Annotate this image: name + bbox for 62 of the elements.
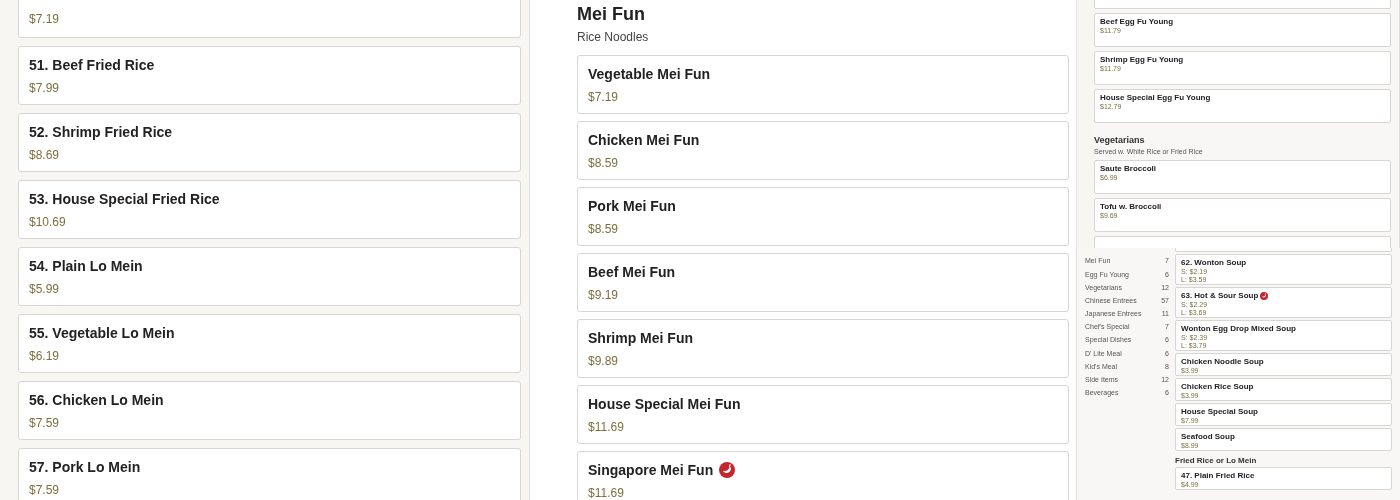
menu-item-card[interactable]: Singapore Mei Fun $11.69 — [577, 451, 1069, 500]
item-name: 51. Beef Fried Rice — [29, 56, 155, 74]
item-name: 53. House Special Fried Rice — [29, 190, 220, 208]
menu-item-card[interactable] — [1094, 0, 1391, 9]
menu-item-card[interactable]: 51. Beef Fried Rice $7.99 — [18, 46, 521, 105]
item-name: Vegetable Mei Fun — [588, 65, 711, 83]
item-price: $7.19 — [588, 89, 620, 105]
menu-item-card[interactable]: Beef Mei Fun $9.19 — [577, 253, 1069, 312]
item-name: House Special Mei Fun — [588, 395, 741, 413]
menu-item-card[interactable]: Pork Mei Fun $8.59 — [577, 187, 1069, 246]
menu-item-card[interactable]: $7.19 — [18, 0, 521, 38]
menu-item-card[interactable]: 57. Pork Lo Mein $7.59 — [18, 448, 521, 500]
menu-item-card[interactable]: 55. Vegetable Lo Mein $6.19 — [18, 314, 521, 373]
item-price: $8.59 — [588, 221, 620, 237]
item-name: Pork Mei Fun — [588, 197, 676, 215]
item-name: Saute Broccoli — [1100, 164, 1156, 173]
item-name: 47. Plain Fried Rice — [1181, 471, 1255, 480]
section-title: Vegetarians — [1094, 135, 1146, 146]
item-name: Seafood Soup — [1181, 432, 1235, 441]
item-price: $10.69 — [29, 214, 67, 230]
item-name: Shrimp Egg Fu Young — [1100, 55, 1184, 64]
item-price: $7.19 — [29, 11, 61, 27]
menu-item-card[interactable]: Chicken Mei Fun $8.59 — [577, 121, 1069, 180]
item-name: 52. Shrimp Fried Rice — [29, 123, 173, 141]
item-price: $7.99 — [29, 80, 61, 96]
item-name: 63. Hot & Sour Soup — [1181, 291, 1259, 300]
menu-item-card[interactable]: House Special Mei Fun $11.69 — [577, 385, 1069, 444]
item-name: 56. Chicken Lo Mein — [29, 391, 164, 409]
item-price: $6.19 — [29, 348, 61, 364]
menu-item-card[interactable]: Vegetable Mei Fun $7.19 — [577, 55, 1069, 114]
item-name: Beef Egg Fu Young — [1100, 17, 1174, 26]
item-name: 55. Vegetable Lo Mein — [29, 324, 175, 342]
item-price: $8.69 — [29, 147, 61, 163]
item-price: $5.99 — [29, 281, 61, 297]
menu-item-card[interactable]: 53. House Special Fried Rice $10.69 — [18, 180, 521, 239]
menu-item-card[interactable]: 56. Chicken Lo Mein $7.59 — [18, 381, 521, 440]
item-price: $11.69 — [588, 485, 625, 500]
item-price: $7.59 — [29, 415, 61, 431]
item-name: Chicken Rice Soup — [1181, 382, 1254, 391]
item-price: $11.69 — [588, 419, 625, 435]
item-name: Beef Mei Fun — [588, 263, 676, 281]
menu-item-card[interactable]: 52. Shrimp Fried Rice $8.69 — [18, 113, 521, 172]
item-name: 62. Wonton Soup — [1181, 258, 1247, 267]
section-title: Fried Rice or Lo Mein — [1175, 456, 1258, 465]
section-title: Mei Fun — [577, 3, 646, 25]
item-name: House Special Egg Fu Young — [1100, 93, 1211, 102]
item-name: Singapore Mei Fun — [588, 461, 714, 479]
item-name: Chicken Noodle Soup — [1181, 357, 1264, 366]
item-price: $7.59 — [29, 482, 61, 498]
item-price: $9.19 — [588, 287, 620, 303]
menu-item-card[interactable]: Shrimp Mei Fun $9.89 — [577, 319, 1069, 378]
item-name: Chicken Mei Fun — [588, 131, 700, 149]
section-subtitle: Rice Noodles — [577, 29, 650, 45]
item-name: Tofu w. Broccoli — [1100, 202, 1162, 211]
item-name: 57. Pork Lo Mein — [29, 458, 141, 476]
item-price: $9.89 — [588, 353, 620, 369]
item-name: Wonton Egg Drop Mixed Soup — [1181, 324, 1296, 333]
item-name: Shrimp Mei Fun — [588, 329, 693, 347]
menu-item-card[interactable]: 54. Plain Lo Mein $5.99 — [18, 247, 521, 306]
item-price: $8.59 — [588, 155, 620, 171]
item-name: 54. Plain Lo Mein — [29, 257, 143, 275]
item-name: House Special Soup — [1181, 407, 1258, 416]
